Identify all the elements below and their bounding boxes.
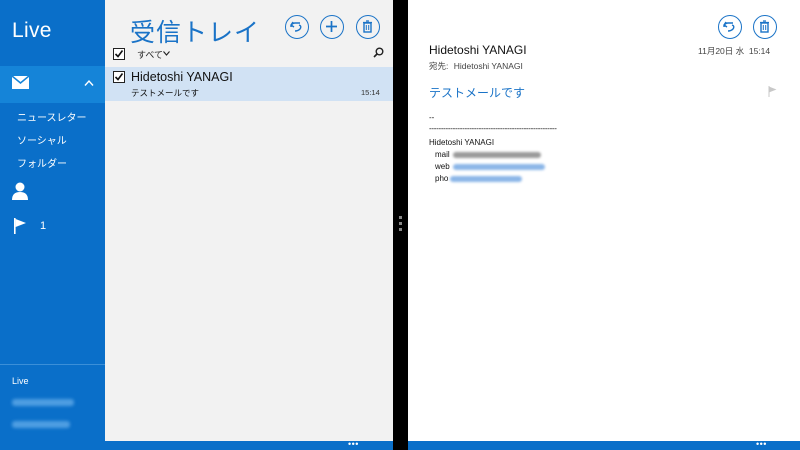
to-name[interactable]: Hidetoshi YANAGI [454, 61, 523, 71]
message-subject: テストメールです [131, 88, 200, 98]
reply-icon [290, 21, 302, 32]
more-options-button[interactable]: ••• [756, 440, 767, 449]
app-title: Live [12, 19, 52, 42]
sig-web-label: web [435, 162, 450, 171]
check-icon [114, 73, 124, 81]
app-bar-right[interactable]: ••• [408, 440, 800, 450]
reader-reply-button[interactable] [718, 15, 742, 39]
reader-to: 宛先: Hidetoshi YANAGI [429, 60, 523, 72]
sig-mail-label: mail [435, 150, 450, 159]
person-icon[interactable] [12, 182, 28, 200]
message-list-pane: 受信トレイ すべて Hidetoshi YANAGI テストメールです 15:1… [105, 0, 393, 441]
sig-phone-label: pho [435, 174, 449, 183]
chevron-up-icon[interactable] [84, 79, 94, 87]
flag-icon[interactable] [13, 218, 27, 234]
account-email-redacted[interactable] [12, 421, 70, 428]
splitter-grip[interactable] [399, 216, 402, 232]
mail-icon [12, 76, 29, 89]
search-icon[interactable] [373, 47, 384, 58]
flag-icon[interactable] [768, 86, 777, 97]
sig-web-redacted[interactable] [453, 164, 545, 170]
filter-row: すべて [113, 47, 384, 63]
list-item[interactable]: Hidetoshi YANAGI テストメールです 15:14 [105, 67, 393, 101]
reading-pane: Hidetoshi YANAGI 宛先: Hidetoshi YANAGI 11… [408, 0, 800, 441]
account-email-redacted[interactable] [12, 399, 74, 406]
nav-pane: Live ニュースレター ソーシャル フォルダー 1 Live [0, 0, 105, 441]
pane-splitter[interactable] [393, 0, 408, 450]
select-all-checkbox[interactable] [113, 48, 125, 60]
nav-folder-folders[interactable]: フォルダー [17, 155, 67, 170]
add-icon [326, 21, 337, 32]
reply-button[interactable] [285, 15, 309, 39]
new-message-button[interactable] [320, 15, 344, 39]
filter-dropdown[interactable]: すべて [137, 48, 163, 61]
message-sender: Hidetoshi YANAGI [131, 70, 233, 84]
sig-separator-short: -- [429, 113, 435, 122]
reply-icon [723, 21, 735, 32]
message-checkbox[interactable] [113, 71, 125, 83]
message-time: 15:14 [361, 88, 380, 97]
account-label: Live [12, 376, 29, 386]
reader-subject: テストメールです [429, 86, 526, 100]
sig-phone-redacted[interactable] [450, 176, 522, 182]
reader-delete-button[interactable] [753, 15, 777, 39]
trash-icon [363, 20, 372, 33]
reader-from[interactable]: Hidetoshi YANAGI [429, 43, 527, 57]
reader-date: 11月20日 水 15:14 [698, 46, 771, 56]
nav-folder-newsletter[interactable]: ニュースレター [17, 109, 87, 124]
nav-divider [0, 364, 105, 365]
page-title: 受信トレイ [130, 19, 261, 47]
nav-item-mail[interactable] [0, 66, 105, 103]
sig-separator-long: ----------------------------------------… [429, 124, 557, 133]
chevron-down-icon[interactable] [163, 51, 170, 56]
app-bar-left[interactable]: ••• [0, 440, 393, 450]
to-label: 宛先: [429, 61, 449, 71]
delete-button[interactable] [356, 15, 380, 39]
sig-name: Hidetoshi YANAGI [429, 138, 495, 147]
trash-icon [760, 20, 769, 33]
sig-mail-redacted[interactable] [453, 152, 541, 158]
more-options-button[interactable]: ••• [348, 440, 359, 449]
check-icon [114, 50, 124, 58]
nav-folder-social[interactable]: ソーシャル [17, 132, 67, 147]
flag-count: 1 [40, 220, 47, 232]
